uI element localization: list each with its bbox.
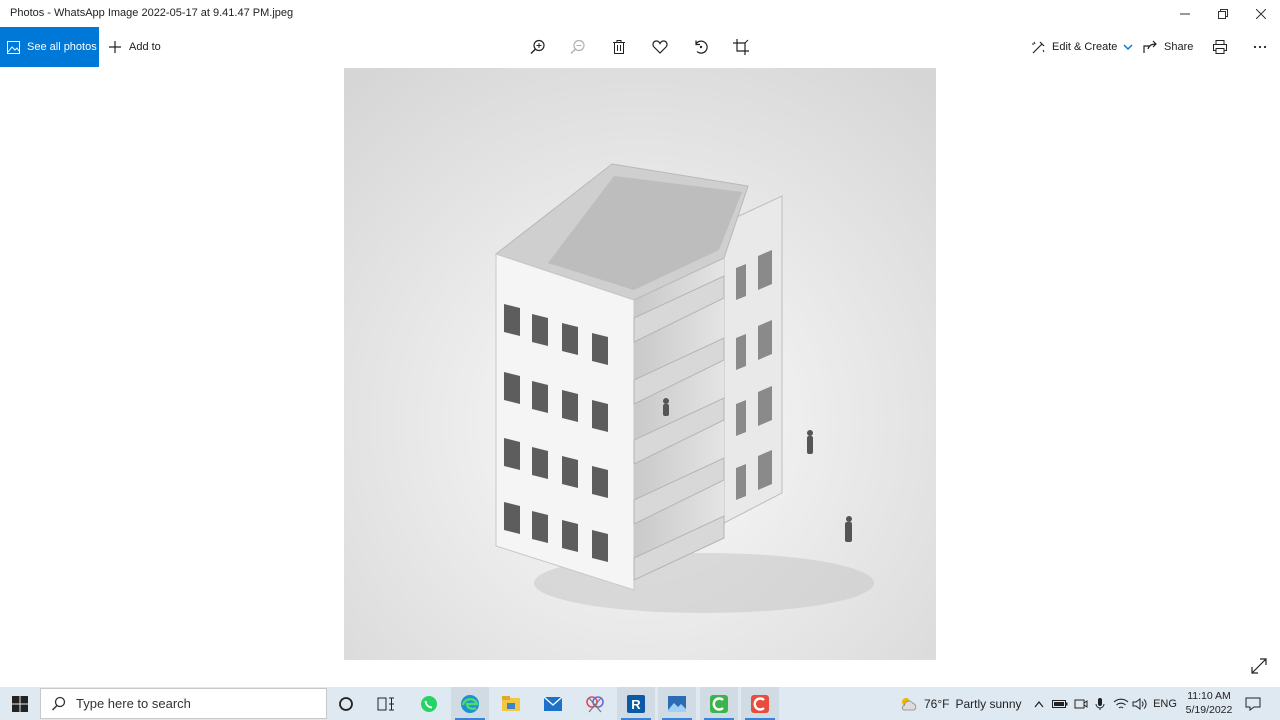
crop-button[interactable] xyxy=(731,37,751,57)
more-button[interactable] xyxy=(1250,37,1270,57)
windows-logo-icon xyxy=(12,695,28,712)
zoom-out-button[interactable] xyxy=(568,37,588,57)
cortana-icon xyxy=(339,696,353,711)
photo-gallery-icon xyxy=(7,40,20,54)
speaker-icon xyxy=(1132,697,1147,710)
chevron-up-icon xyxy=(1034,700,1044,707)
camtasia-editor-button[interactable] xyxy=(741,687,779,720)
task-view-icon xyxy=(377,697,394,710)
camera-icon xyxy=(1074,699,1088,708)
favorite-button[interactable] xyxy=(650,37,670,57)
chevron-down-icon xyxy=(1123,44,1133,50)
delete-button[interactable] xyxy=(609,37,629,57)
camtasia-green-icon xyxy=(710,694,728,713)
camtasia-red-icon xyxy=(751,694,769,713)
rotate-icon xyxy=(695,40,708,54)
add-to-label: Add to xyxy=(129,41,161,53)
camtasia-recorder-button[interactable] xyxy=(700,687,738,720)
snip-icon xyxy=(586,695,604,712)
displayed-photo[interactable] xyxy=(344,68,936,660)
clock-time: 11:10 AM xyxy=(1187,690,1231,702)
edit-create-label: Edit & Create xyxy=(1052,41,1118,53)
expand-icon xyxy=(1251,658,1267,674)
restore-icon xyxy=(1218,8,1228,19)
photos-taskbar-button[interactable] xyxy=(658,687,696,720)
wifi-icon xyxy=(1113,698,1129,708)
fullscreen-button[interactable] xyxy=(1250,657,1270,677)
share-icon xyxy=(1143,40,1157,53)
edge-icon xyxy=(461,694,479,713)
delete-icon xyxy=(613,40,625,54)
meet-now-button[interactable] xyxy=(1072,687,1090,720)
mail-icon xyxy=(543,696,563,711)
svg-text:R: R xyxy=(631,697,641,712)
minimize-button[interactable] xyxy=(1166,0,1204,27)
restore-button[interactable] xyxy=(1204,0,1242,27)
photos-toolbar: See all photos Add to Edit & Create Shar… xyxy=(0,27,1280,67)
revit-icon: R xyxy=(627,694,645,713)
more-icon xyxy=(1253,45,1267,49)
revit-taskbar-button[interactable]: R xyxy=(617,687,655,720)
file-explorer-icon xyxy=(502,695,520,711)
notification-icon xyxy=(1245,697,1261,711)
close-icon xyxy=(1256,8,1266,19)
photo-viewer xyxy=(0,67,1280,687)
search-icon xyxy=(51,696,66,711)
building-render-image xyxy=(344,68,936,660)
plus-icon xyxy=(109,41,121,53)
edge-taskbar-button[interactable] xyxy=(451,687,489,720)
photos-icon xyxy=(668,695,686,712)
search-placeholder: Type here to search xyxy=(76,696,191,711)
see-all-photos-label: See all photos xyxy=(27,41,97,53)
taskbar-clock[interactable]: 11:10 AM 5/19/2022 xyxy=(1180,689,1238,717)
edit-magic-icon xyxy=(1032,41,1045,53)
weather-temp: 76°F xyxy=(924,696,950,711)
battery-button[interactable] xyxy=(1051,687,1069,720)
close-button[interactable] xyxy=(1242,0,1280,27)
action-center-button[interactable] xyxy=(1242,687,1264,720)
mail-button[interactable] xyxy=(534,687,572,720)
share-button[interactable]: Share xyxy=(1143,27,1193,67)
network-button[interactable] xyxy=(1112,687,1130,720)
edit-create-button[interactable]: Edit & Create xyxy=(1031,27,1133,67)
cortana-button[interactable] xyxy=(327,687,365,720)
add-to-button[interactable]: Add to xyxy=(108,27,161,67)
start-button[interactable] xyxy=(0,687,40,720)
zoom-in-button[interactable] xyxy=(528,37,548,57)
title-bar: Photos - WhatsApp Image 2022-05-17 at 9.… xyxy=(0,0,1280,27)
window-title: Photos - WhatsApp Image 2022-05-17 at 9.… xyxy=(10,7,294,19)
language-label: ENG xyxy=(1153,697,1177,710)
print-icon xyxy=(1213,40,1227,54)
battery-icon xyxy=(1052,699,1068,708)
crop-icon xyxy=(733,39,749,55)
rotate-button[interactable] xyxy=(691,37,711,57)
snip-sketch-button[interactable] xyxy=(576,687,614,720)
zoom-in-icon xyxy=(530,39,545,54)
partly-sunny-icon xyxy=(901,697,917,710)
weather-widget[interactable]: 76°F Partly sunny xyxy=(898,687,1022,720)
favorite-icon xyxy=(652,40,668,54)
microphone-button[interactable] xyxy=(1092,687,1108,720)
zoom-out-icon xyxy=(570,39,585,54)
minimize-icon xyxy=(1180,13,1190,14)
task-view-button[interactable] xyxy=(367,687,405,720)
weather-condition: Partly sunny xyxy=(955,696,1022,711)
file-explorer-button[interactable] xyxy=(492,687,530,720)
print-button[interactable] xyxy=(1210,37,1230,57)
see-all-photos-button[interactable]: See all photos xyxy=(0,27,99,67)
show-hidden-icons-button[interactable] xyxy=(1031,687,1047,720)
whatsapp-taskbar-button[interactable] xyxy=(410,687,448,720)
input-language-button[interactable]: ENG xyxy=(1152,687,1178,720)
volume-button[interactable] xyxy=(1131,687,1149,720)
taskbar-search-box[interactable]: Type here to search xyxy=(40,688,327,719)
microphone-icon xyxy=(1095,697,1105,710)
taskbar: Type here to search R 76°F Partly sunny xyxy=(0,687,1280,720)
clock-date: 5/19/2022 xyxy=(1185,704,1233,716)
share-label: Share xyxy=(1164,41,1194,53)
whatsapp-icon xyxy=(421,695,437,712)
